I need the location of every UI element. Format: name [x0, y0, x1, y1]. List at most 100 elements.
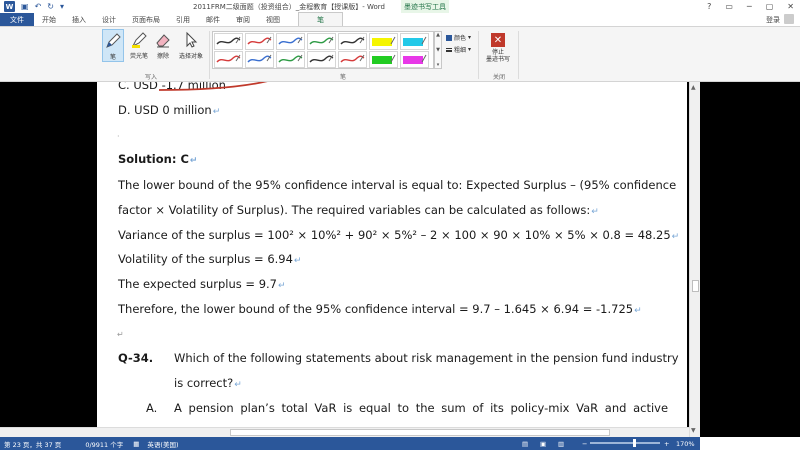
scroll-down-icon[interactable]: ▼	[691, 427, 696, 434]
volatility-line: Volatility of the surplus = 6.94↵	[118, 252, 302, 266]
tab-design[interactable]: 设计	[94, 13, 124, 26]
highlighter-stroke-icon	[403, 36, 427, 46]
title-bar: W ▣ ↶ ↻ ▾ 2011FRM二级面题（投资组合）_金程教育【授课版】- W…	[0, 0, 800, 13]
save-icon[interactable]: ▣	[21, 2, 29, 11]
solution-text-line-2: factor × Volatility of Surplus). The req…	[118, 203, 599, 217]
group-separator	[209, 31, 210, 79]
document-page[interactable]: C. USD -1.7 million D. USD 0 million↵ · …	[97, 82, 687, 437]
pen-style-option[interactable]	[338, 51, 367, 68]
eraser-button[interactable]: 擦除	[152, 29, 174, 60]
chevron-up-icon[interactable]: ▲	[436, 32, 440, 38]
print-layout-icon[interactable]: ▣	[540, 440, 546, 448]
pen-stroke-icon	[309, 36, 334, 45]
login-link[interactable]: 登录	[766, 15, 780, 25]
document-title: 2011FRM二级面题（投资组合）_金程教育【授课版】- Word	[193, 3, 385, 11]
solution-text-line-1: The lower bound of the 95% confidence in…	[118, 178, 677, 192]
page-count[interactable]: 第 23 页，共 37 页	[4, 439, 61, 449]
zoom-in-button[interactable]: +	[664, 440, 669, 448]
pen-color-icon	[446, 34, 452, 41]
highlighter-button[interactable]: 荧光笔	[128, 29, 150, 60]
zoom-out-button[interactable]: −	[582, 440, 587, 448]
tab-home[interactable]: 开始	[34, 13, 64, 26]
pen-button[interactable]: 笔	[102, 29, 124, 62]
close-x-icon: ✕	[491, 33, 505, 47]
pen-style-option[interactable]	[307, 33, 336, 50]
pen-style-option[interactable]	[307, 51, 336, 68]
quick-access-toolbar: W ▣ ↶ ↻ ▾	[0, 0, 64, 13]
pen-style-option[interactable]	[214, 51, 243, 68]
pen-icon	[102, 30, 124, 52]
zoom-slider-thumb[interactable]	[633, 439, 636, 447]
cursor-arrow-icon	[180, 29, 202, 51]
undo-icon[interactable]: ↶	[35, 2, 42, 11]
pen-stroke-icon	[278, 36, 303, 45]
tab-review[interactable]: 审阅	[228, 13, 258, 26]
ribbon-display-icon[interactable]: ▭	[725, 2, 733, 11]
tab-pens[interactable]: 笔	[298, 12, 343, 26]
close-icon[interactable]: ✕	[787, 2, 794, 11]
eraser-icon	[152, 29, 174, 51]
option-d-line: D. USD 0 million↵	[118, 103, 221, 117]
pen-style-option[interactable]	[245, 33, 274, 50]
tab-file[interactable]: 文件	[0, 13, 34, 26]
highlighter-style-option[interactable]	[369, 51, 398, 68]
highlighter-stroke-icon	[372, 54, 396, 64]
avatar[interactable]	[784, 14, 794, 24]
zoom-level[interactable]: 170%	[676, 440, 695, 448]
paragraph-mark: ↵	[117, 330, 124, 339]
language-indicator[interactable]: 英语(美国)	[147, 439, 178, 449]
tab-mailings[interactable]: 邮件	[198, 13, 228, 26]
pens-group-label: 笔	[340, 74, 347, 81]
tab-references[interactable]: 引用	[168, 13, 198, 26]
pen-style-option[interactable]	[338, 33, 367, 50]
option-a-text: A pension plan’s total VaR is equal to t…	[174, 401, 669, 415]
pen-thickness-dropdown[interactable]: 粗细 ▾	[446, 45, 471, 54]
vertical-scrollbar[interactable]: ▲ ▼	[689, 82, 700, 437]
paragraph-mark: ·	[117, 132, 120, 141]
zoom-slider[interactable]	[590, 442, 660, 444]
window-controls: ? ▭ ─ ▢ ✕	[707, 0, 794, 13]
read-mode-icon[interactable]: ▤	[522, 440, 528, 448]
red-ink-stroke	[158, 82, 268, 91]
tab-view[interactable]: 视图	[258, 13, 288, 26]
word-count[interactable]: 0/9911 个字	[85, 439, 123, 449]
ribbon-pens: 笔 荧光笔 擦除 选择对象 写入 ▲ ▼ ▾ 颜色 ▾ 粗细 ▾ 笔 ✕ 停止 …	[0, 27, 800, 82]
pen-stroke-icon	[340, 54, 365, 63]
tab-layout[interactable]: 页面布局	[124, 13, 168, 26]
select-objects-button[interactable]: 选择对象	[176, 29, 206, 60]
pen-style-gallery	[212, 31, 434, 69]
pen-stroke-icon	[247, 36, 272, 45]
horizontal-scroll-thumb[interactable]	[230, 429, 610, 436]
highlighter-style-option[interactable]	[400, 51, 429, 68]
pen-stroke-icon	[247, 54, 272, 63]
pen-style-option[interactable]	[214, 33, 243, 50]
group-separator	[518, 31, 519, 79]
chevron-down-icon[interactable]: ▼	[436, 47, 440, 53]
maximize-icon[interactable]: ▢	[766, 2, 774, 11]
horizontal-scrollbar[interactable]	[0, 427, 689, 437]
pen-style-option[interactable]	[276, 33, 305, 50]
gallery-more-icon[interactable]: ▾	[437, 62, 440, 68]
highlighter-style-option[interactable]	[369, 33, 398, 50]
gallery-scroll[interactable]: ▲ ▼ ▾	[434, 31, 442, 69]
context-tab-group-label: 墨迹书写工具	[401, 0, 449, 13]
tab-insert[interactable]: 插入	[64, 13, 94, 26]
question-text-line-1: Which of the following statements about …	[174, 351, 679, 365]
ribbon-tabs: 文件 开始 插入 设计 页面布局 引用 邮件 审阅 视图 笔 登录	[0, 12, 800, 27]
solution-heading: Solution: C↵	[118, 152, 198, 166]
scroll-thumb[interactable]	[692, 280, 699, 292]
scroll-up-icon[interactable]: ▲	[691, 84, 696, 91]
web-layout-icon[interactable]: ▥	[558, 440, 564, 448]
help-icon[interactable]: ?	[707, 2, 711, 11]
redo-icon[interactable]: ↻	[47, 2, 54, 11]
pen-stroke-icon	[216, 36, 241, 45]
customize-qat-icon[interactable]: ▾	[60, 2, 64, 11]
pen-style-option[interactable]	[245, 51, 274, 68]
highlighter-style-option[interactable]	[400, 33, 429, 50]
pen-style-option[interactable]	[276, 51, 305, 68]
stop-inking-button[interactable]: ✕ 停止 墨迹书写	[483, 33, 513, 63]
minimize-icon[interactable]: ─	[747, 2, 752, 11]
proofing-icon[interactable]: ▦	[133, 440, 139, 448]
pen-color-dropdown[interactable]: 颜色 ▾	[446, 33, 471, 42]
chevron-down-icon: ▾	[468, 46, 472, 53]
